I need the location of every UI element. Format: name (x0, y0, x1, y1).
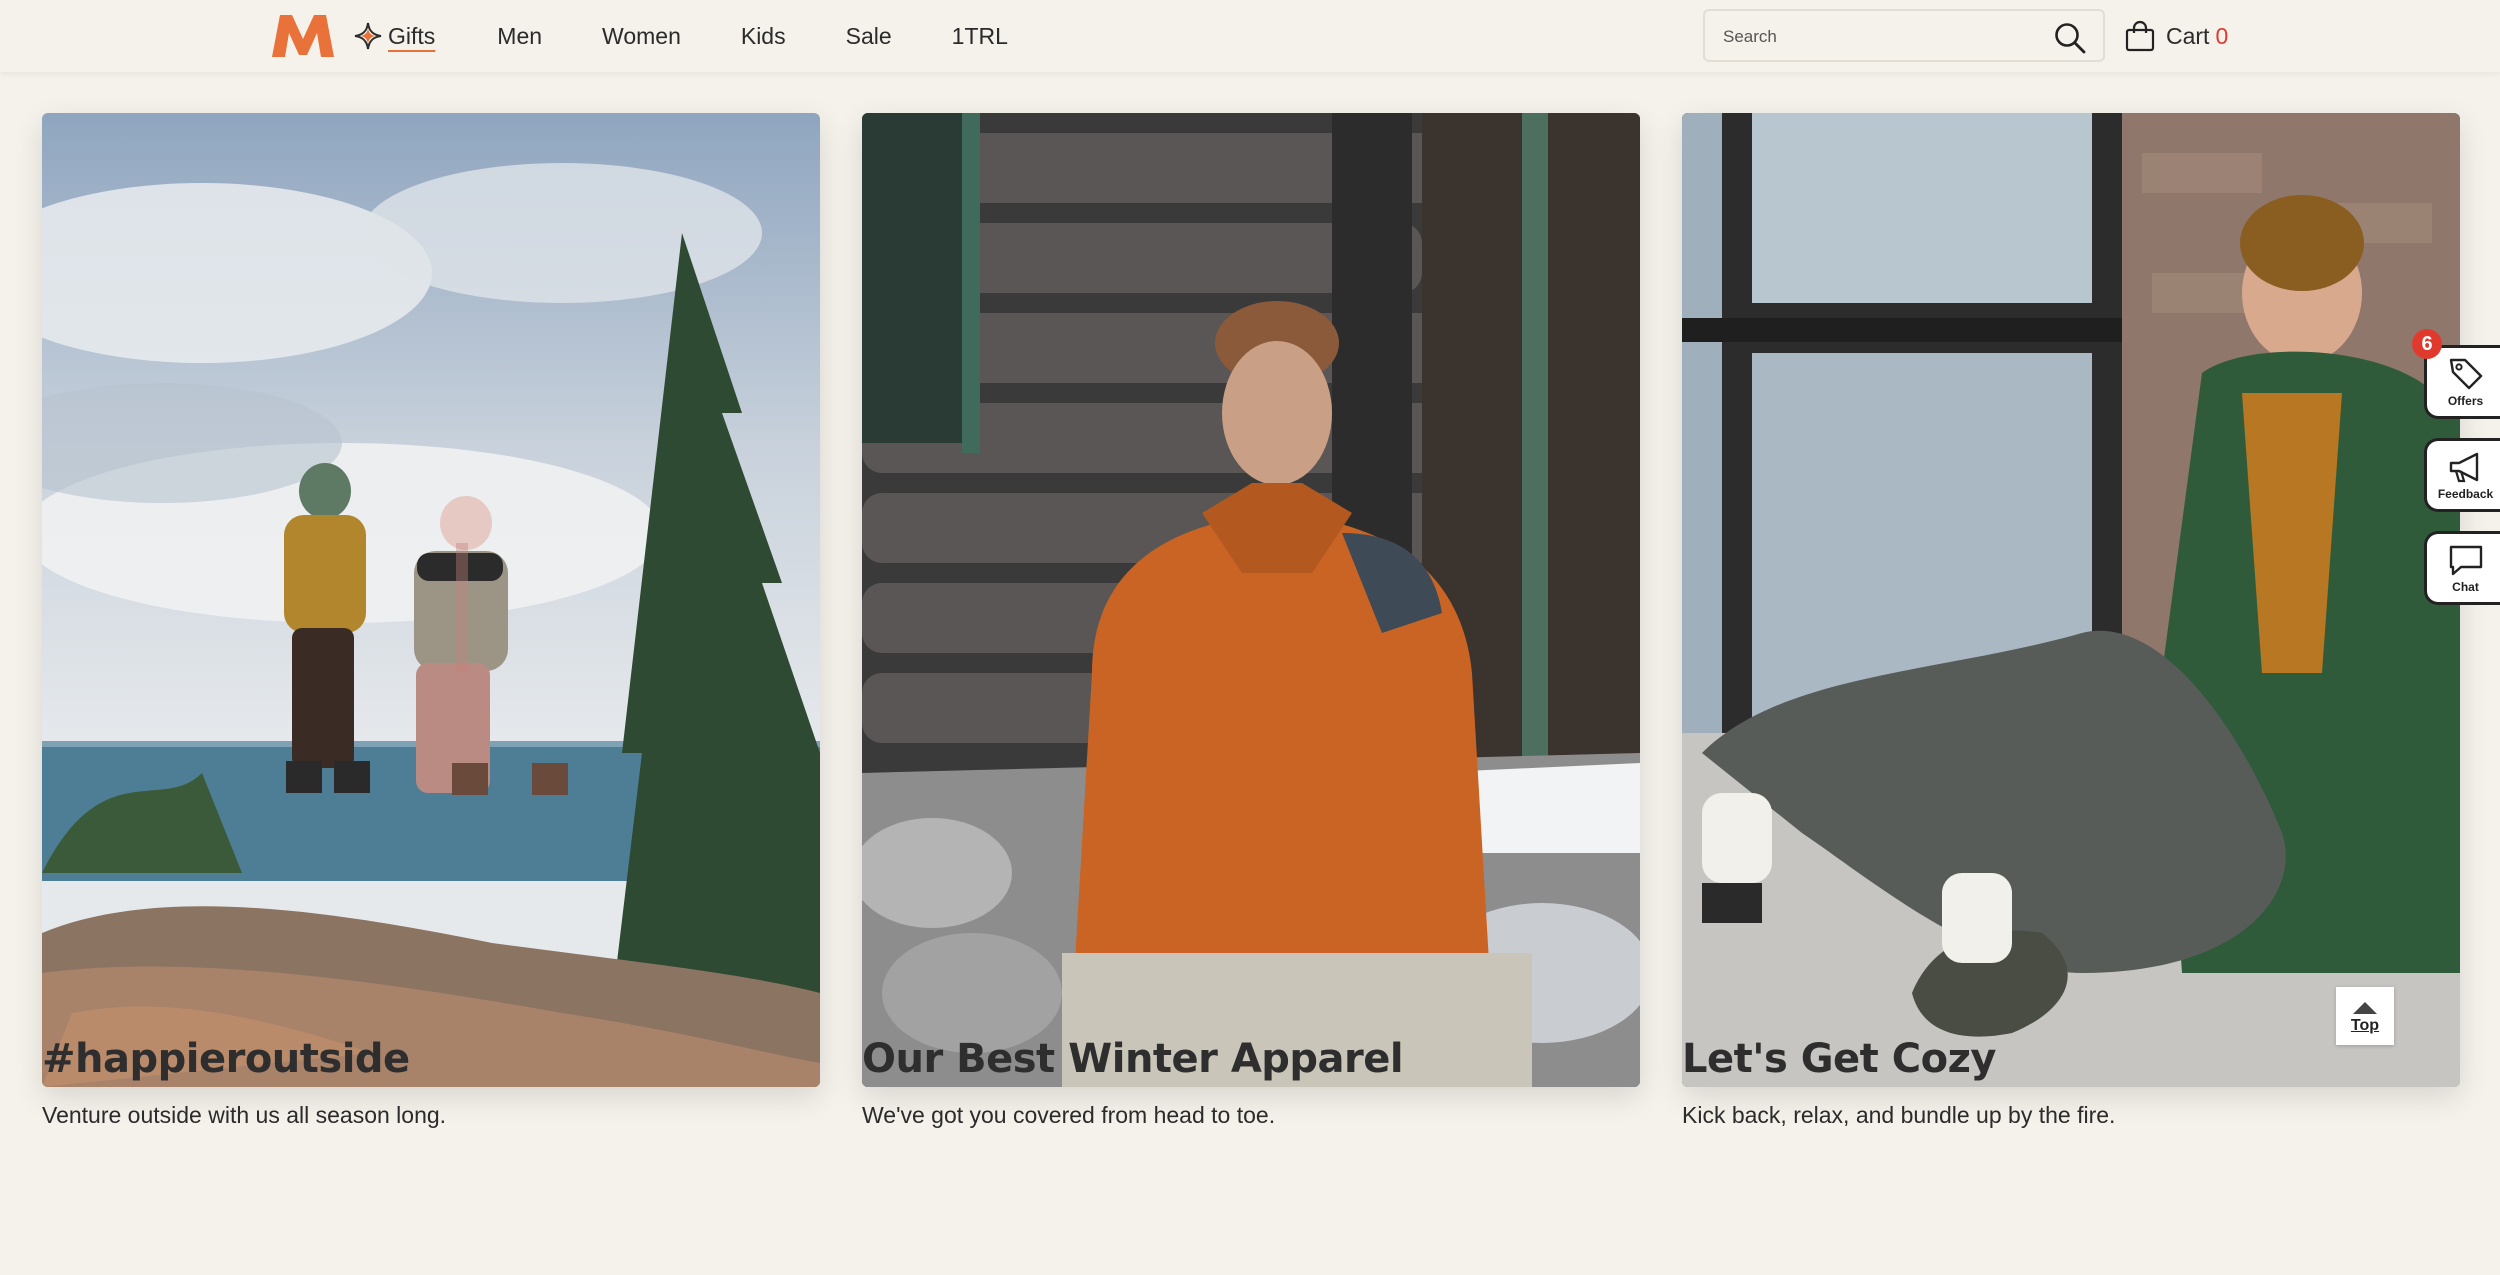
cart-button[interactable]: Cart 0 (2124, 18, 2228, 54)
card-title-happieroutside[interactable]: #happieroutside (42, 1036, 410, 1082)
search-icon[interactable] (2053, 21, 2087, 55)
main-nav: Gifts Men Women Kids Sale 1TRL (352, 0, 1068, 72)
shopping-bag-icon (2125, 20, 2155, 52)
nav-women[interactable]: Women (602, 23, 681, 50)
merrell-logo-icon[interactable] (270, 13, 336, 59)
offers-count-badge: 6 (2412, 329, 2442, 359)
card-title-get-cozy[interactable]: Let's Get Cozy (1682, 1036, 1996, 1082)
chat-label: Chat (2452, 580, 2479, 594)
search-placeholder: Search (1723, 27, 1777, 46)
nav-gifts[interactable]: Gifts (352, 20, 435, 52)
cart-label: Cart (2166, 22, 2210, 49)
nav-1trl[interactable]: 1TRL (952, 23, 1008, 50)
man-sitting-cozy-image[interactable] (1682, 113, 2460, 1087)
promo-card-winter-apparel[interactable] (862, 113, 1640, 1087)
site-header: Gifts Men Women Kids Sale 1TRL Search Ca… (0, 0, 2500, 72)
megaphone-icon (2449, 452, 2478, 483)
nav-gifts-label: Gifts (388, 22, 436, 49)
man-orange-fleece-image[interactable] (862, 113, 1640, 1087)
tag-icon (2449, 358, 2482, 390)
promo-card-get-cozy[interactable] (1682, 113, 2460, 1087)
back-to-top-button[interactable]: Top (2336, 987, 2394, 1045)
feedback-label: Feedback (2437, 487, 2494, 501)
card-subtitle-happieroutside: Venture outside with us all season long. (42, 1102, 447, 1128)
card-title-winter-apparel[interactable]: Our Best Winter Apparel (862, 1036, 1404, 1082)
chevron-up-icon (2353, 1002, 2377, 1014)
chat-widget[interactable]: Chat (2424, 531, 2500, 605)
promo-card-happieroutside[interactable] (42, 113, 820, 1087)
offers-label: Offers (2447, 394, 2484, 408)
sparkle-icon (354, 22, 382, 50)
nav-sale[interactable]: Sale (846, 23, 892, 50)
card-subtitle-winter-apparel: We've got you covered from head to toe. (862, 1102, 1276, 1128)
feedback-widget[interactable]: Feedback (2424, 438, 2500, 512)
search-input[interactable]: Search (1703, 9, 2105, 62)
nav-kids[interactable]: Kids (741, 23, 786, 50)
chat-bubble-icon (2449, 545, 2482, 576)
nav-men[interactable]: Men (497, 23, 542, 50)
cart-count-badge: 0 (2215, 22, 2229, 49)
hikers-overlook-image[interactable] (42, 113, 820, 1087)
card-subtitle-get-cozy: Kick back, relax, and bundle up by the f… (1682, 1102, 2116, 1128)
top-label: Top (2350, 1017, 2380, 1034)
